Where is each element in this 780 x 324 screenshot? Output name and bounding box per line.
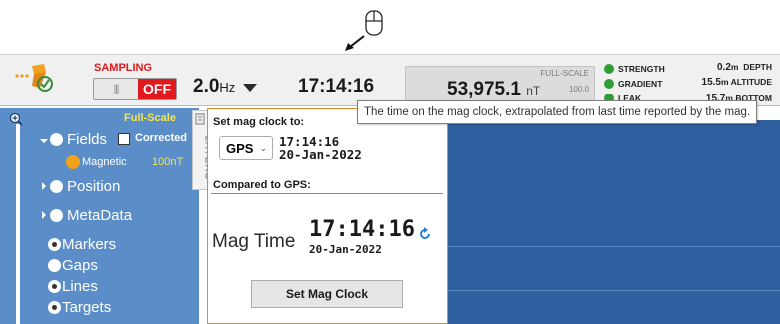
indicator-label: STRENGTH [618,64,665,74]
altitude-value: 15.5 [701,77,721,88]
magnetic-color-dot[interactable] [66,155,80,169]
tree-item-magnetic[interactable]: Magnetic [82,156,127,168]
gaps-visibility-dot[interactable] [48,259,61,272]
source-time: 17:14:16 20-Jan-2022 [279,135,362,161]
app-logo-icon[interactable] [14,62,58,94]
chevron-down-icon[interactable] [40,139,48,143]
fields-visibility-dot[interactable] [50,133,63,146]
tree-item-gaps[interactable]: Gaps [62,257,98,274]
altitude-label: ALTITUDE [730,77,772,87]
altitude-unit: m [720,77,729,87]
gradient-indicator: GRADIENT [604,79,662,89]
refresh-icon[interactable] [418,227,432,241]
tree-item-lines[interactable]: Lines [62,278,98,295]
toggle-grip: ||| [113,83,120,95]
chevron-right-icon[interactable] [42,182,46,190]
sampling-label: SAMPLING [94,62,153,74]
time-source-value: GPS [226,140,254,156]
full-scale-value: 100.0 [568,85,589,94]
toggle-state: OFF [138,79,176,99]
tree-item-position[interactable]: Position [67,178,120,195]
compared-label: Compared to GPS: [213,179,311,191]
tree-item-metadata[interactable]: MetaData [67,207,132,224]
position-visibility-dot[interactable] [50,180,63,193]
mouse-icon [365,10,383,36]
tree-item-fields[interactable]: Fields [67,131,107,148]
flyout-title: Set mag clock to: [213,116,305,128]
rate-value: 2.0 [193,76,220,97]
eye-icon[interactable] [48,238,61,251]
zoom-in-icon[interactable] [9,112,23,126]
map-view[interactable] [448,120,780,324]
mag-time-label: Mag Time [212,231,296,252]
pointer-arrow-icon [345,35,365,51]
depth-value: 0.2 [716,62,731,73]
time-source-select[interactable]: GPS ⌄ [219,136,273,160]
depth-label: DEPTH [743,62,772,72]
depth-unit: m [730,62,739,72]
zoom-slider[interactable] [16,124,20,324]
source-date-value: 20-Jan-2022 [279,147,362,162]
full-scale-header: Full-Scale [124,112,176,124]
clock-tooltip: The time on the mag clock, extrapolated … [357,100,758,124]
depth-readout: 0.2m DEPTH [664,62,772,73]
mag-clock-readout[interactable]: 17:14:16 [298,76,374,98]
full-scale-label: FULL-SCALE [540,69,589,78]
altitude-readout: 15.5m ALTITUDE [664,77,772,88]
corrected-checkbox[interactable] [118,133,130,145]
chevron-right-icon[interactable] [42,211,46,219]
map-gridline [448,290,780,291]
rate-unit: Hz [219,80,236,95]
sampling-toggle[interactable]: ||| OFF [93,78,177,100]
chevron-down-icon[interactable] [243,84,257,92]
corrected-label: Corrected [135,132,187,144]
field-readout: 53,975.1 nT [447,79,540,101]
status-dot-icon [604,79,614,89]
divider [211,193,443,194]
chevron-down-icon: ⌄ [259,142,268,153]
magnetic-scale: 100nT [152,156,184,168]
strength-indicator: STRENGTH [604,64,665,74]
metadata-visibility-dot[interactable] [50,209,63,222]
tree-item-markers[interactable]: Markers [62,236,116,253]
eye-icon[interactable] [48,301,61,314]
eye-icon[interactable] [48,280,61,293]
map-gridline [448,246,780,247]
tree-item-targets[interactable]: Targets [62,299,111,316]
mag-time-value: 17:14:16 [309,217,415,242]
indicator-label: GRADIENT [618,79,663,89]
sample-rate[interactable]: 2.0Hz [193,76,235,98]
status-dot-icon [604,64,614,74]
layers-icon [195,113,205,125]
mag-date-value: 20-Jan-2022 [309,243,382,256]
set-mag-clock-button[interactable]: Set Mag Clock [251,280,403,308]
field-value: 53,975.1 [447,79,521,100]
